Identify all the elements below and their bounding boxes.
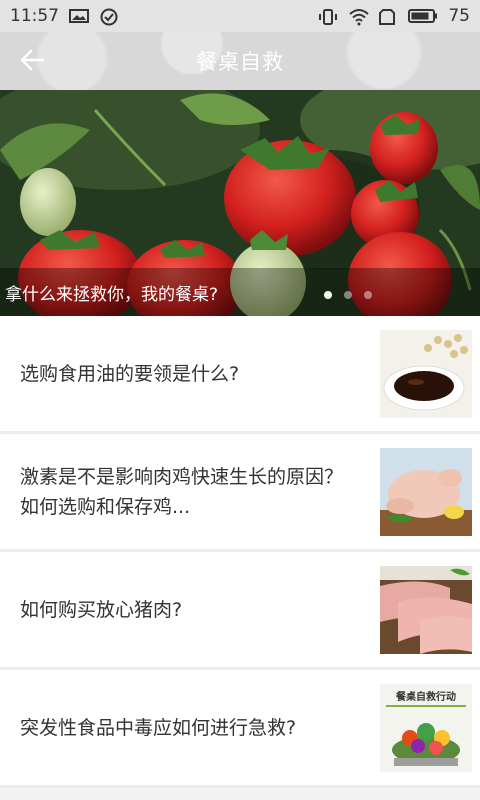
raw-chicken-thumbnail	[380, 447, 472, 536]
banner-caption: 拿什么来拯救你，我的餐桌?	[0, 268, 480, 316]
carousel-dot[interactable]	[364, 291, 372, 299]
battery-icon	[408, 8, 438, 24]
battery-level: 75	[448, 6, 470, 26]
vibrate-icon	[318, 8, 338, 25]
status-right: 75	[318, 6, 470, 26]
wifi-icon	[348, 8, 370, 26]
check-circle-icon	[99, 8, 119, 26]
title-bar: 餐桌自救	[0, 32, 480, 90]
article-title: 突发性食品中毒应如何进行急救?	[20, 716, 297, 739]
article-list: 选购食用油的要领是什么? 激素是不是影响肉鸡快速生长的原因？如何选购和保存鸡..…	[0, 316, 480, 788]
banner-caption-text: 拿什么来拯救你，我的餐桌?	[5, 284, 219, 305]
status-left: 11:57	[10, 6, 119, 26]
sim-icon	[378, 8, 398, 25]
back-button[interactable]	[14, 44, 50, 80]
list-item[interactable]: 选购食用油的要领是什么?	[0, 316, 480, 434]
status-time: 11:57	[10, 6, 59, 26]
image-icon	[69, 8, 89, 24]
campaign-poster-thumbnail: 餐桌自救行动	[380, 683, 472, 772]
article-title: 选购食用油的要领是什么?	[20, 362, 240, 385]
carousel-dot[interactable]	[344, 291, 352, 299]
carousel-dot[interactable]	[324, 291, 332, 299]
article-title: 如何购买放心猪肉?	[20, 598, 183, 621]
article-title: 激素是不是影响肉鸡快速生长的原因？如何选购和保存鸡...	[20, 465, 344, 518]
list-item[interactable]: 激素是不是影响肉鸡快速生长的原因？如何选购和保存鸡...	[0, 434, 480, 552]
status-bar: 11:57 75	[0, 0, 480, 32]
soy-sauce-thumbnail	[380, 329, 472, 418]
page-title: 餐桌自救	[196, 50, 284, 74]
back-arrow-icon	[19, 49, 45, 75]
list-item[interactable]: 如何购买放心猪肉?	[0, 552, 480, 670]
banner-carousel[interactable]: 拿什么来拯救你，我的餐桌?	[0, 90, 480, 316]
list-item[interactable]: 突发性食品中毒应如何进行急救? 餐桌自救行动	[0, 670, 480, 788]
carousel-indicator	[324, 291, 372, 299]
pork-chop-thumbnail	[380, 565, 472, 654]
